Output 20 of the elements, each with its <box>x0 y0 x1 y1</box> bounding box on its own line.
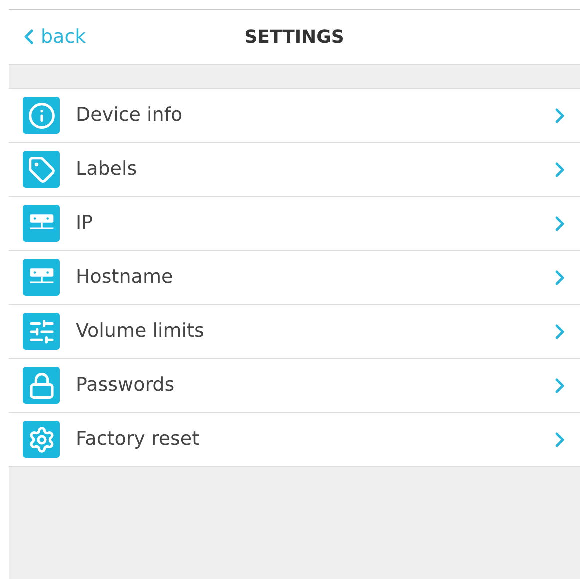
row-label: Factory reset <box>76 427 201 452</box>
settings-row[interactable]: Labels <box>9 143 580 197</box>
row-label: IP <box>76 211 94 236</box>
settings-row[interactable]: Factory reset <box>9 413 580 467</box>
row-label: Device info <box>76 103 184 128</box>
lock-icon <box>28 372 56 400</box>
row-label: Labels <box>76 157 138 182</box>
row-label: Passwords <box>76 373 176 398</box>
settings-row[interactable]: IP <box>9 197 580 251</box>
settings-row[interactable]: Passwords <box>9 359 580 413</box>
gear-icon <box>28 426 56 454</box>
settings-row[interactable]: Volume limits <box>9 305 580 359</box>
tag-icon <box>28 156 56 184</box>
sliders-icon <box>28 318 56 346</box>
row-label: Hostname <box>76 265 174 290</box>
info-icon <box>28 102 56 130</box>
settings-row[interactable]: Hostname <box>9 251 580 305</box>
page-title: SETTINGS <box>244 26 344 50</box>
settings-row[interactable]: Device info <box>9 89 580 143</box>
row-label: Volume limits <box>76 319 206 344</box>
